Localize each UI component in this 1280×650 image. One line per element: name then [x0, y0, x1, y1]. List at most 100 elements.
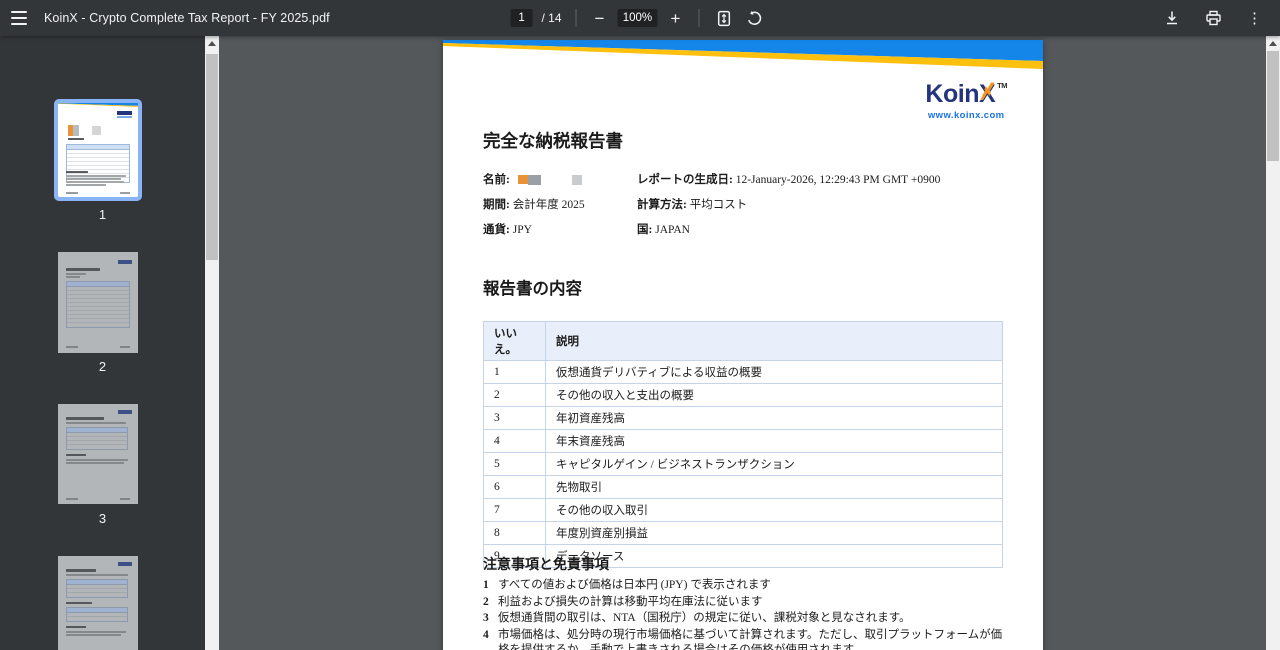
mini-footer-line — [66, 498, 78, 500]
mini-text-line — [66, 574, 128, 576]
mini-redact-block — [68, 125, 79, 136]
row-description: その他の収入と支出の概要 — [545, 383, 1003, 407]
mini-table — [66, 607, 128, 622]
row-number: 6 — [483, 475, 546, 499]
generated-label: レポートの生成日: — [637, 174, 733, 186]
sidebar-scrollbar[interactable] — [205, 36, 219, 650]
redacted-name — [517, 174, 582, 185]
main-scrollbar[interactable] — [1266, 36, 1280, 650]
notes-title: 注意事項と免責事項 — [483, 558, 609, 573]
table-row: 4 年末資産残高 — [483, 429, 1003, 453]
mini-footer-line — [120, 192, 130, 194]
country-label: 国: — [637, 224, 653, 236]
currency-value: JPY — [512, 224, 532, 236]
note-number: 1 — [483, 579, 489, 591]
name-label: 名前: — [483, 174, 510, 186]
zoom-in-button[interactable]: + — [666, 8, 684, 29]
row-number: 8 — [483, 521, 546, 545]
table-row: 7 その他の収入取引 — [483, 498, 1003, 522]
table-row: 5 キャピタルゲイン / ビジネストランザクション — [483, 452, 1003, 476]
report-title: 完全な納税報告書 — [483, 131, 623, 151]
table-row: 2 その他の収入と支出の概要 — [483, 383, 1003, 407]
table-row: 1 仮想通貨デリバティブによる収益の概要 — [483, 360, 1003, 384]
method-value: 平均コスト — [689, 199, 748, 211]
mini-text-line — [66, 626, 86, 628]
row-number: 5 — [483, 452, 546, 476]
method-label: 計算方法: — [637, 199, 687, 211]
koinx-url: www.koinx.com — [927, 110, 1005, 121]
mini-footer-line — [120, 346, 130, 348]
note-item: 2 利益および損失の計算は移動平均在庫法に従います — [483, 595, 1010, 611]
note-text: 市場価格は、処分時の現行市場価格に基づいて計算されます。ただし、取引プラットフォ… — [498, 628, 1003, 650]
sidebar-scrollbar-thumb[interactable] — [206, 54, 218, 260]
note-item: 3 仮想通貨間の取引は、NTA（国税庁）の規定に従い、課税対象と見なされます。 — [483, 611, 1010, 627]
note-item: 4 市場価格は、処分時の現行市場価格に基づいて計算されます。ただし、取引プラット… — [483, 628, 1010, 650]
contents-table: いいえ。 説明 1 仮想通貨デリバティブによる収益の概要 2 その他の収入と支出… — [483, 321, 1003, 568]
mini-text-line — [66, 268, 100, 271]
row-description: 年末資産残高 — [545, 429, 1003, 453]
mini-text-line — [66, 181, 124, 183]
mini-text-line — [66, 634, 121, 636]
row-description: キャピタルゲイン / ビジネストランザクション — [545, 452, 1003, 476]
mini-text-line — [66, 276, 80, 278]
column-header-description: 説明 — [545, 321, 1003, 361]
zoom-out-button[interactable]: − — [591, 8, 609, 29]
currency-label: 通貨: — [483, 224, 510, 236]
thumbnail-page-number: 3 — [98, 511, 107, 526]
row-description: 先物取引 — [545, 475, 1003, 499]
mini-logo — [118, 562, 132, 566]
mini-table — [66, 427, 128, 450]
period-value: 会計年度 2025 — [512, 199, 585, 211]
page-number-input[interactable] — [510, 9, 533, 27]
table-row: 6 先物取引 — [483, 475, 1003, 499]
mini-text-line — [66, 417, 104, 420]
mini-table — [66, 281, 130, 328]
row-description: 年度別資産別損益 — [545, 521, 1003, 545]
mini-text-line — [66, 602, 92, 604]
scroll-up-arrow[interactable] — [205, 36, 219, 50]
print-icon[interactable] — [1203, 8, 1224, 28]
mini-text-line — [66, 631, 126, 633]
trademark-symbol: TM — [997, 81, 1007, 90]
main-scrollbar-thumb[interactable] — [1267, 51, 1279, 161]
pdf-page-1: KoinX X TM www.koinx.com 完全な納税報告書 名前: レポート… — [443, 40, 1043, 650]
page-thumbnail-3[interactable] — [58, 404, 138, 504]
row-number: 2 — [483, 383, 546, 407]
mini-logo — [118, 260, 132, 264]
mini-footer-line — [120, 498, 130, 500]
more-icon[interactable]: ⋮ — [1245, 7, 1264, 29]
page-thumbnail-2[interactable] — [58, 252, 138, 353]
note-text: 仮想通貨間の取引は、NTA（国税庁）の規定に従い、課税対象と見なされます。 — [498, 612, 911, 624]
toolbar-divider — [575, 9, 577, 27]
fit-page-icon[interactable] — [713, 8, 734, 29]
scroll-up-arrow[interactable] — [1266, 36, 1280, 50]
notes-section: 注意事項と免責事項 1 すべての値および価格は日本円 (JPY) で表示されます… — [483, 554, 1010, 650]
mini-text-line — [66, 422, 126, 424]
row-number: 7 — [483, 498, 546, 522]
mini-text-line — [66, 462, 124, 464]
mini-text-line — [66, 459, 128, 461]
column-header-no: いいえ。 — [483, 321, 546, 361]
page-thumbnail-4[interactable] — [58, 556, 138, 650]
page-thumbnail-1[interactable] — [54, 99, 142, 201]
note-number: 2 — [483, 595, 489, 608]
mini-text-line — [66, 454, 86, 456]
mini-text-line — [66, 175, 126, 177]
mini-redact-block — [92, 126, 101, 135]
document-filename: KoinX - Crypto Complete Tax Report - FY … — [44, 11, 330, 25]
logo-koin-text: Koin — [925, 80, 979, 108]
download-icon[interactable] — [1162, 8, 1182, 28]
menu-icon[interactable] — [10, 11, 28, 25]
thumbnail-page-number: 2 — [98, 359, 107, 374]
row-number: 1 — [483, 360, 546, 384]
row-number: 3 — [483, 406, 546, 430]
country-value: JAPAN — [655, 224, 690, 236]
mini-logo — [118, 410, 132, 414]
mini-text-line — [68, 138, 84, 140]
generated-value: 12-January-2026, 12:29:43 PM GMT +0900 — [735, 174, 941, 186]
pdf-toolbar: KoinX - Crypto Complete Tax Report - FY … — [0, 0, 1280, 36]
zoom-level-input[interactable] — [617, 9, 658, 27]
rotate-icon[interactable] — [743, 8, 764, 29]
note-text: すべての値および価格は日本円 (JPY) で表示されます — [498, 579, 771, 591]
row-description: その他の収入取引 — [545, 498, 1003, 522]
